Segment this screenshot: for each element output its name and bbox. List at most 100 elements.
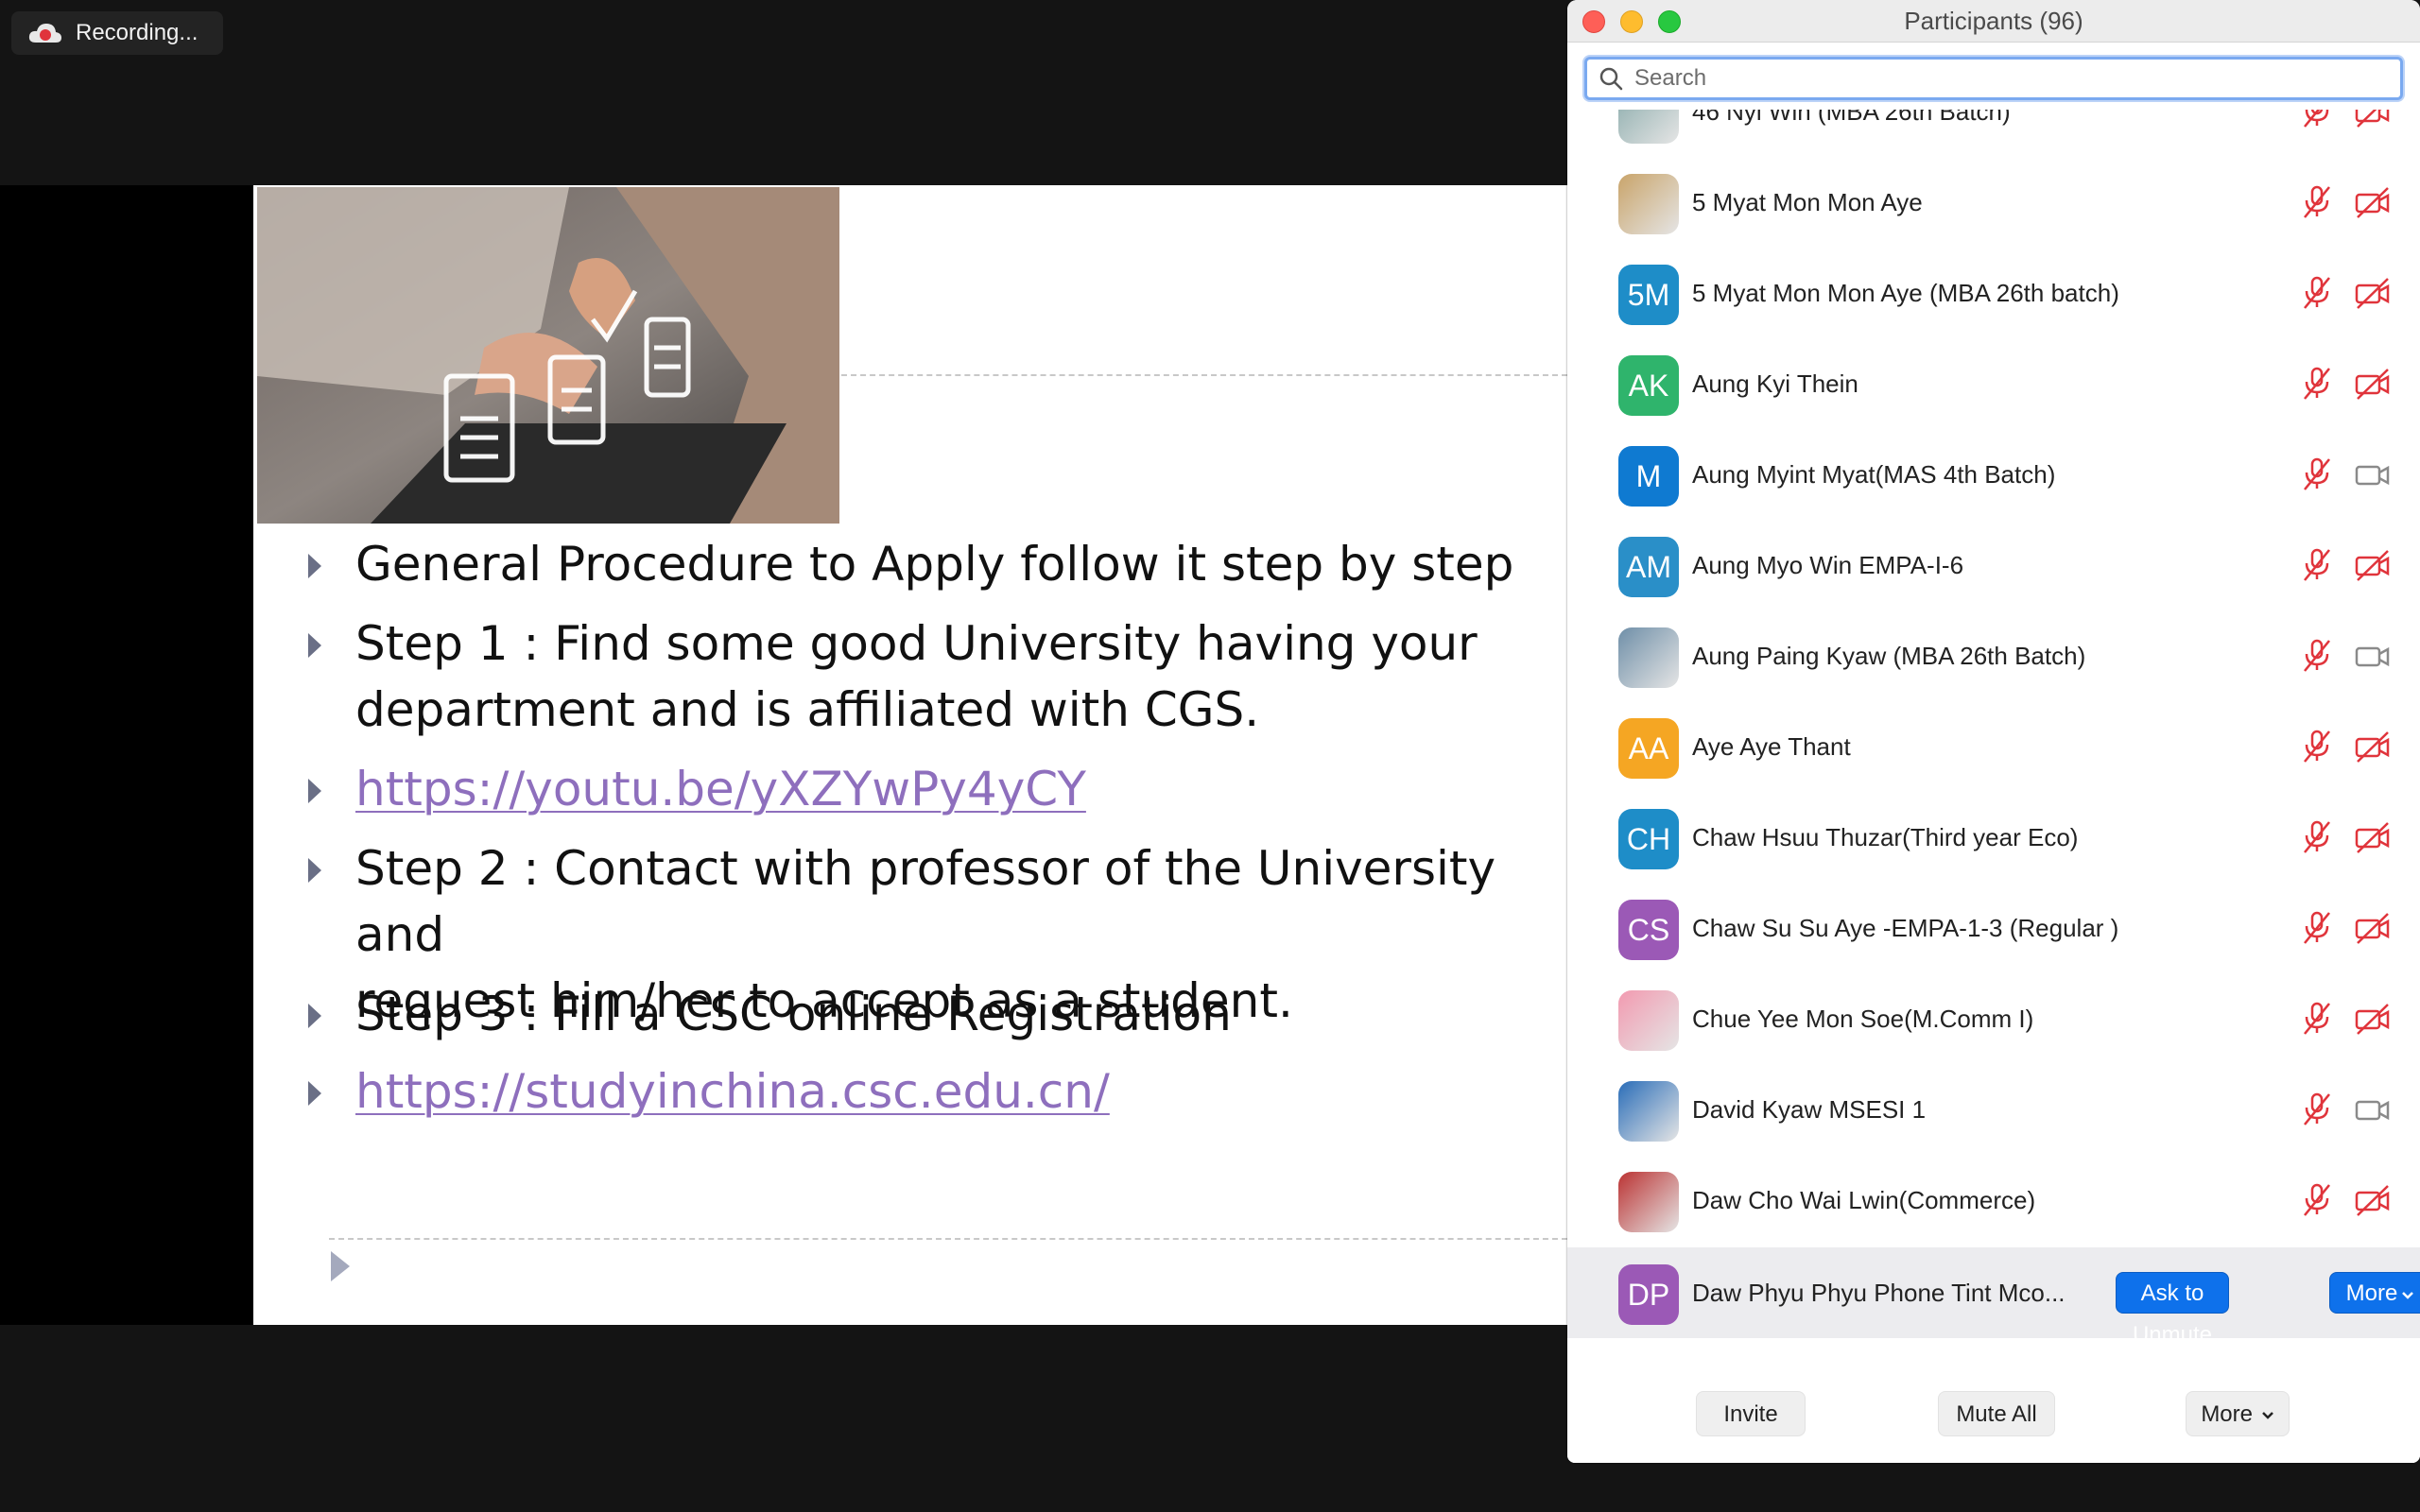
participant-name: 5 Myat Mon Mon Aye: [1692, 188, 1923, 216]
muted-mic-icon: [2304, 548, 2330, 581]
mute-all-label: Mute All: [1956, 1401, 2037, 1427]
video-camera-icon: [2355, 1100, 2390, 1121]
bullet-arrow-icon: [308, 779, 321, 803]
bullet-item: Step 3 : Fill a CSC online Registration: [308, 981, 1232, 1047]
participant-list[interactable]: 46 Nyi Win (MBA 26th Batch) 5 Myat Mon Mo…: [1567, 110, 2420, 1365]
participant-search[interactable]: [1584, 57, 2403, 100]
bullet-arrow-icon: [308, 554, 321, 578]
youtube-link[interactable]: https://youtu.be/yXZYwPy4yCY: [355, 762, 1086, 816]
participant-row[interactable]: Chue Yee Mon Soe(M.Comm I): [1567, 973, 2420, 1064]
muted-mic-icon: [2304, 367, 2330, 400]
close-window-button[interactable]: [1582, 10, 1605, 33]
slide-divider-top: [841, 374, 1567, 376]
participant-name: Chaw Su Su Aye -EMPA-1-3 (Regular ): [1692, 914, 2119, 942]
csc-link[interactable]: https://studyinchina.csc.edu.cn/: [355, 1064, 1110, 1119]
muted-mic-icon: [2304, 1183, 2330, 1216]
video-off-icon: [2355, 550, 2390, 581]
bullet-link-item[interactable]: https://youtu.be/yXZYwPy4yCY: [308, 756, 1086, 822]
recording-indicator[interactable]: Recording...: [11, 11, 223, 55]
participant-name: Chue Yee Mon Soe(M.Comm I): [1692, 1005, 2034, 1033]
muted-mic-icon: [2304, 911, 2330, 944]
bullet-link-item[interactable]: https://studyinchina.csc.edu.cn/: [308, 1058, 1110, 1125]
slide-divider-bottom: [329, 1238, 1567, 1240]
participant-row[interactable]: DP Daw Phyu Phyu Phone Tint Mco... Ask to …: [1567, 1247, 2420, 1348]
muted-mic-icon: [2304, 639, 2330, 672]
slide-photo: [257, 187, 839, 524]
avatar: M: [1618, 446, 1679, 507]
panel-titlebar[interactable]: Participants (96): [1567, 0, 2420, 43]
participant-name: Daw Cho Wai Lwin(Commerce): [1692, 1186, 2036, 1214]
mute-all-button[interactable]: Mute All: [1938, 1391, 2055, 1436]
avatar: 5M: [1618, 265, 1679, 325]
bullet-arrow-icon: [308, 633, 321, 658]
participant-row[interactable]: 5M 5 Myat Mon Mon Aye (MBA 26th batch): [1567, 248, 2420, 338]
search-input[interactable]: [1633, 64, 2374, 93]
bullet-item: Step 1 : Find some good University havin…: [308, 610, 1478, 743]
ask-to-unmute-button[interactable]: Ask to Unmute: [2116, 1272, 2229, 1348]
avatar: [1618, 110, 1679, 144]
bullet-arrow-icon: [308, 1081, 321, 1106]
participant-row[interactable]: CS Chaw Su Su Aye -EMPA-1-3 (Regular ): [1567, 883, 2420, 973]
avatar: DP: [1618, 1264, 1679, 1325]
panel-title: Participants (96): [1904, 7, 2083, 35]
participant-row[interactable]: David Kyaw MSESI 1: [1567, 1064, 2420, 1155]
more-button[interactable]: More: [2186, 1391, 2290, 1436]
participant-row[interactable]: AM Aung Myo Win EMPA-I-6: [1567, 520, 2420, 610]
participant-name: 46 Nyi Win (MBA 26th Batch): [1692, 110, 2011, 126]
avatar: [1618, 990, 1679, 1051]
participant-row[interactable]: 5 Myat Mon Mon Aye: [1567, 157, 2420, 248]
avatar: CS: [1618, 900, 1679, 960]
muted-mic-icon: [2304, 276, 2330, 309]
search-icon: [1599, 67, 1623, 91]
participant-row[interactable]: Aung Paing Kyaw (MBA 26th Batch): [1567, 610, 2420, 701]
chevron-down-icon: [2261, 1411, 2273, 1419]
video-off-icon: [2355, 110, 2390, 128]
participant-more-button[interactable]: More: [2329, 1272, 2420, 1314]
panel-footer: Invite Mute All More: [1567, 1365, 2420, 1463]
participant-more-label: More: [2345, 1280, 2398, 1306]
window-controls: [1582, 10, 1681, 33]
muted-mic-icon: [2304, 1092, 2330, 1125]
video-off-icon: [2355, 1185, 2390, 1216]
bullet-item: General Procedure to Apply follow it ste…: [308, 531, 1513, 597]
participant-row[interactable]: AK Aung Kyi Thein: [1567, 338, 2420, 429]
video-off-icon: [2355, 913, 2390, 944]
muted-mic-icon: [2304, 820, 2330, 853]
muted-mic-icon: [2304, 110, 2329, 128]
cloud-record-icon: [28, 24, 61, 43]
participant-name: Aung Kyi Thein: [1692, 369, 1858, 398]
zoom-window-button[interactable]: [1658, 10, 1681, 33]
share-letterbox: [0, 185, 253, 1325]
avatar: [1618, 174, 1679, 234]
muted-mic-icon: [2304, 730, 2330, 763]
footer-arrow-icon: [331, 1251, 350, 1281]
participant-name: 5 Myat Mon Mon Aye (MBA 26th batch): [1692, 279, 2119, 307]
participant-row[interactable]: 46 Nyi Win (MBA 26th Batch): [1567, 110, 2420, 157]
minimize-window-button[interactable]: [1620, 10, 1643, 33]
participant-row[interactable]: CH Chaw Hsuu Thuzar(Third year Eco): [1567, 792, 2420, 883]
video-off-icon: [2355, 187, 2390, 218]
avatar: [1618, 1081, 1679, 1142]
avatar: AM: [1618, 537, 1679, 597]
avatar: [1618, 627, 1679, 688]
bullet-arrow-icon: [308, 858, 321, 883]
video-camera-icon: [2355, 465, 2390, 486]
shared-slide: General Procedure to Apply follow it ste…: [253, 185, 1567, 1325]
participant-row[interactable]: Daw Cho Wai Lwin(Commerce): [1567, 1155, 2420, 1246]
invite-button[interactable]: Invite: [1696, 1391, 1806, 1436]
participant-row[interactable]: AA Aye Aye Thant: [1567, 701, 2420, 792]
more-label: More: [2201, 1401, 2253, 1427]
avatar: AK: [1618, 355, 1679, 416]
video-off-icon: [2355, 369, 2390, 400]
participant-name: Aye Aye Thant: [1692, 732, 1851, 761]
participant-row[interactable]: M Aung Myint Myat(MAS 4th Batch): [1567, 429, 2420, 520]
bullet-text: General Procedure to Apply follow it ste…: [355, 537, 1514, 592]
video-off-icon: [2355, 1004, 2390, 1035]
avatar: CH: [1618, 809, 1679, 869]
video-off-icon: [2355, 822, 2390, 853]
avatar: [1618, 1172, 1679, 1232]
bullet-arrow-icon: [308, 1004, 321, 1028]
participant-name: Aung Myo Win EMPA-I-6: [1692, 551, 1964, 579]
recording-label: Recording...: [76, 20, 199, 45]
avatar: AA: [1618, 718, 1679, 779]
